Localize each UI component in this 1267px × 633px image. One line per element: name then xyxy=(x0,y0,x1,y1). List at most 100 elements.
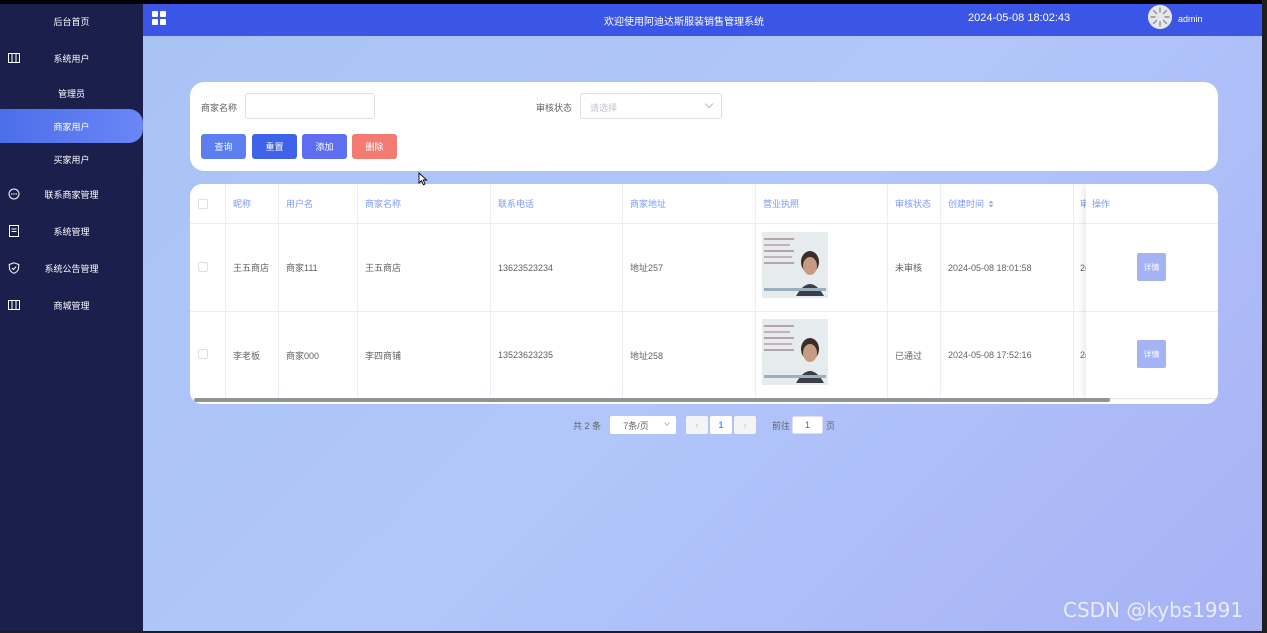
avatar-loader-icon xyxy=(1148,5,1172,29)
reset-button[interactable]: 重置 xyxy=(252,134,297,159)
cell-shop-name: 李四商铺 xyxy=(365,350,402,361)
id-card-photo-icon xyxy=(762,319,828,385)
query-button[interactable]: 查询 xyxy=(201,134,246,159)
columns-icon xyxy=(8,300,20,310)
cell-username: 商家111 xyxy=(286,263,318,273)
cell-audit-status: 已通过 xyxy=(895,350,923,361)
column-header-license: 营业执照 xyxy=(763,199,800,209)
mouse-cursor-icon xyxy=(418,172,428,186)
chevron-right-icon: › xyxy=(743,420,747,430)
search-panel: 商家名称 审核状态 请选择 查询 重置 添加 删除 xyxy=(190,82,1218,171)
detail-button[interactable]: 详情 xyxy=(1137,340,1166,368)
audit-status-label: 审核状态 xyxy=(536,103,573,113)
sidebar-item-label: 系统用户 xyxy=(53,53,90,64)
goto-page-input[interactable]: 1 xyxy=(792,416,823,434)
sort-icon[interactable] xyxy=(987,200,995,208)
next-page-button[interactable]: › xyxy=(734,416,756,434)
cell-nickname: 李老板 xyxy=(233,350,261,361)
sidebar-item-label: 系统管理 xyxy=(53,226,90,237)
cell-username: 商家000 xyxy=(286,350,320,361)
sidebar-item-label: 商家用户 xyxy=(53,121,90,132)
sidebar-item-system-manage[interactable]: 系统管理 xyxy=(0,214,143,248)
sidebar-item-label: 后台首页 xyxy=(53,16,90,27)
chevron-left-icon: ‹ xyxy=(695,420,699,430)
cell-created-time: 2024-05-08 18:01:58 xyxy=(948,262,1032,273)
row-divider xyxy=(1086,223,1218,224)
merchant-name-input[interactable] xyxy=(245,93,375,119)
sidebar-item-merchant-users[interactable]: 商家用户 xyxy=(0,109,143,143)
page-suffix: 页 xyxy=(826,420,836,431)
row-divider xyxy=(1086,311,1218,312)
merchant-name-label: 商家名称 xyxy=(201,103,238,113)
main-content: 商家名称 审核状态 请选择 查询 重置 添加 删除 昵称 用户名 商家名称 联系… xyxy=(143,36,1262,631)
chat-icon xyxy=(8,188,20,200)
page-size-value: 7条/页 xyxy=(623,420,649,431)
prev-page-button[interactable]: ‹ xyxy=(686,416,708,434)
sidebar-item-contact-merchant[interactable]: 联系商家管理 xyxy=(0,177,143,211)
column-header-actions: 操作 xyxy=(1092,199,1111,209)
avatar[interactable] xyxy=(1148,5,1172,29)
cell-phone: 13623523234 xyxy=(498,262,554,273)
sidebar-item-home[interactable]: 后台首页 xyxy=(0,4,143,38)
chevron-down-icon xyxy=(664,420,670,426)
system-title: 欢迎使用阿迪达斯服装销售管理系统 xyxy=(604,17,764,28)
username[interactable]: admin xyxy=(1178,14,1203,24)
grid-menu-icon[interactable] xyxy=(152,11,166,25)
detail-button[interactable]: 详情 xyxy=(1137,253,1166,281)
sidebar-item-label: 系统公告管理 xyxy=(44,263,99,274)
fixed-action-column: 操作 详情 详情 xyxy=(1086,184,1218,398)
sidebar-item-mall-manage[interactable]: 商城管理 xyxy=(0,288,143,322)
document-icon xyxy=(9,225,19,237)
row-checkbox[interactable] xyxy=(198,349,208,359)
column-header-label: 创建时间 xyxy=(948,199,985,209)
merchant-table: 昵称 用户名 商家名称 联系电话 商家地址 营业执照 审核状态 创建时间 审 王… xyxy=(190,184,1218,404)
column-header-audit-status: 审核状态 xyxy=(895,199,932,209)
goto-label: 前往 xyxy=(772,420,791,431)
page-number-current[interactable]: 1 xyxy=(710,416,732,434)
column-header-created-time[interactable]: 创建时间 xyxy=(941,184,1051,223)
audit-status-select[interactable]: 请选择 xyxy=(580,93,722,119)
watermark: CSDN @kybs1991 xyxy=(1063,598,1244,622)
sidebar-item-buyer-users[interactable]: 买家用户 xyxy=(0,142,143,176)
id-card-photo-icon xyxy=(762,232,828,298)
sidebar-item-label: 管理员 xyxy=(57,88,85,99)
column-header-username: 用户名 xyxy=(286,199,314,209)
sidebar-item-announcements[interactable]: 系统公告管理 xyxy=(0,251,143,285)
window-right-border xyxy=(1262,0,1267,633)
row-checkbox[interactable] xyxy=(198,262,208,272)
cell-created-time: 2024-05-08 17:52:16 xyxy=(948,350,1032,360)
top-header: 欢迎使用阿迪达斯服装销售管理系统 2024-05-08 18:02:43 adm… xyxy=(143,4,1262,36)
cell-nickname: 王五商店 xyxy=(233,263,270,273)
add-button[interactable]: 添加 xyxy=(302,134,347,159)
horizontal-scrollbar[interactable] xyxy=(194,398,1110,402)
current-datetime: 2024-05-08 18:02:43 xyxy=(968,12,1071,24)
cell-address: 地址258 xyxy=(630,350,664,361)
column-header-address: 商家地址 xyxy=(630,199,667,209)
pagination-total: 共 2 条 xyxy=(573,420,602,431)
column-header-phone: 联系电话 xyxy=(498,199,535,209)
license-image[interactable] xyxy=(762,319,828,385)
sidebar-item-label: 商城管理 xyxy=(53,300,90,311)
column-header-shop-name: 商家名称 xyxy=(365,199,402,209)
cell-truncated: 2( xyxy=(1080,350,1086,360)
column-header-nickname: 昵称 xyxy=(233,199,252,209)
license-image[interactable] xyxy=(762,232,828,298)
sidebar: 后台首页 系统用户 管理员 商家用户 买家用户 联系商家管理 系统管理 系统公告… xyxy=(0,4,143,631)
cell-shop-name: 王五商店 xyxy=(365,263,402,273)
select-all-checkbox[interactable] xyxy=(198,199,208,209)
sidebar-item-label: 买家用户 xyxy=(53,154,90,165)
cell-audit-status: 未审核 xyxy=(895,263,923,273)
column-header-truncated: 审 xyxy=(1080,199,1086,209)
sidebar-item-label: 联系商家管理 xyxy=(44,189,99,200)
cell-truncated: 2( xyxy=(1080,262,1086,273)
delete-button[interactable]: 删除 xyxy=(352,134,397,159)
page-size-select[interactable]: 7条/页 xyxy=(610,416,676,434)
sidebar-item-admin[interactable]: 管理员 xyxy=(0,76,143,110)
chevron-down-icon xyxy=(704,99,714,109)
sidebar-item-system-users[interactable]: 系统用户 xyxy=(0,41,143,75)
audit-status-placeholder: 请选择 xyxy=(590,103,618,113)
columns-icon xyxy=(8,53,20,63)
shield-icon xyxy=(8,262,20,274)
cell-phone: 13523623235 xyxy=(498,350,554,360)
cell-address: 地址257 xyxy=(630,263,664,273)
